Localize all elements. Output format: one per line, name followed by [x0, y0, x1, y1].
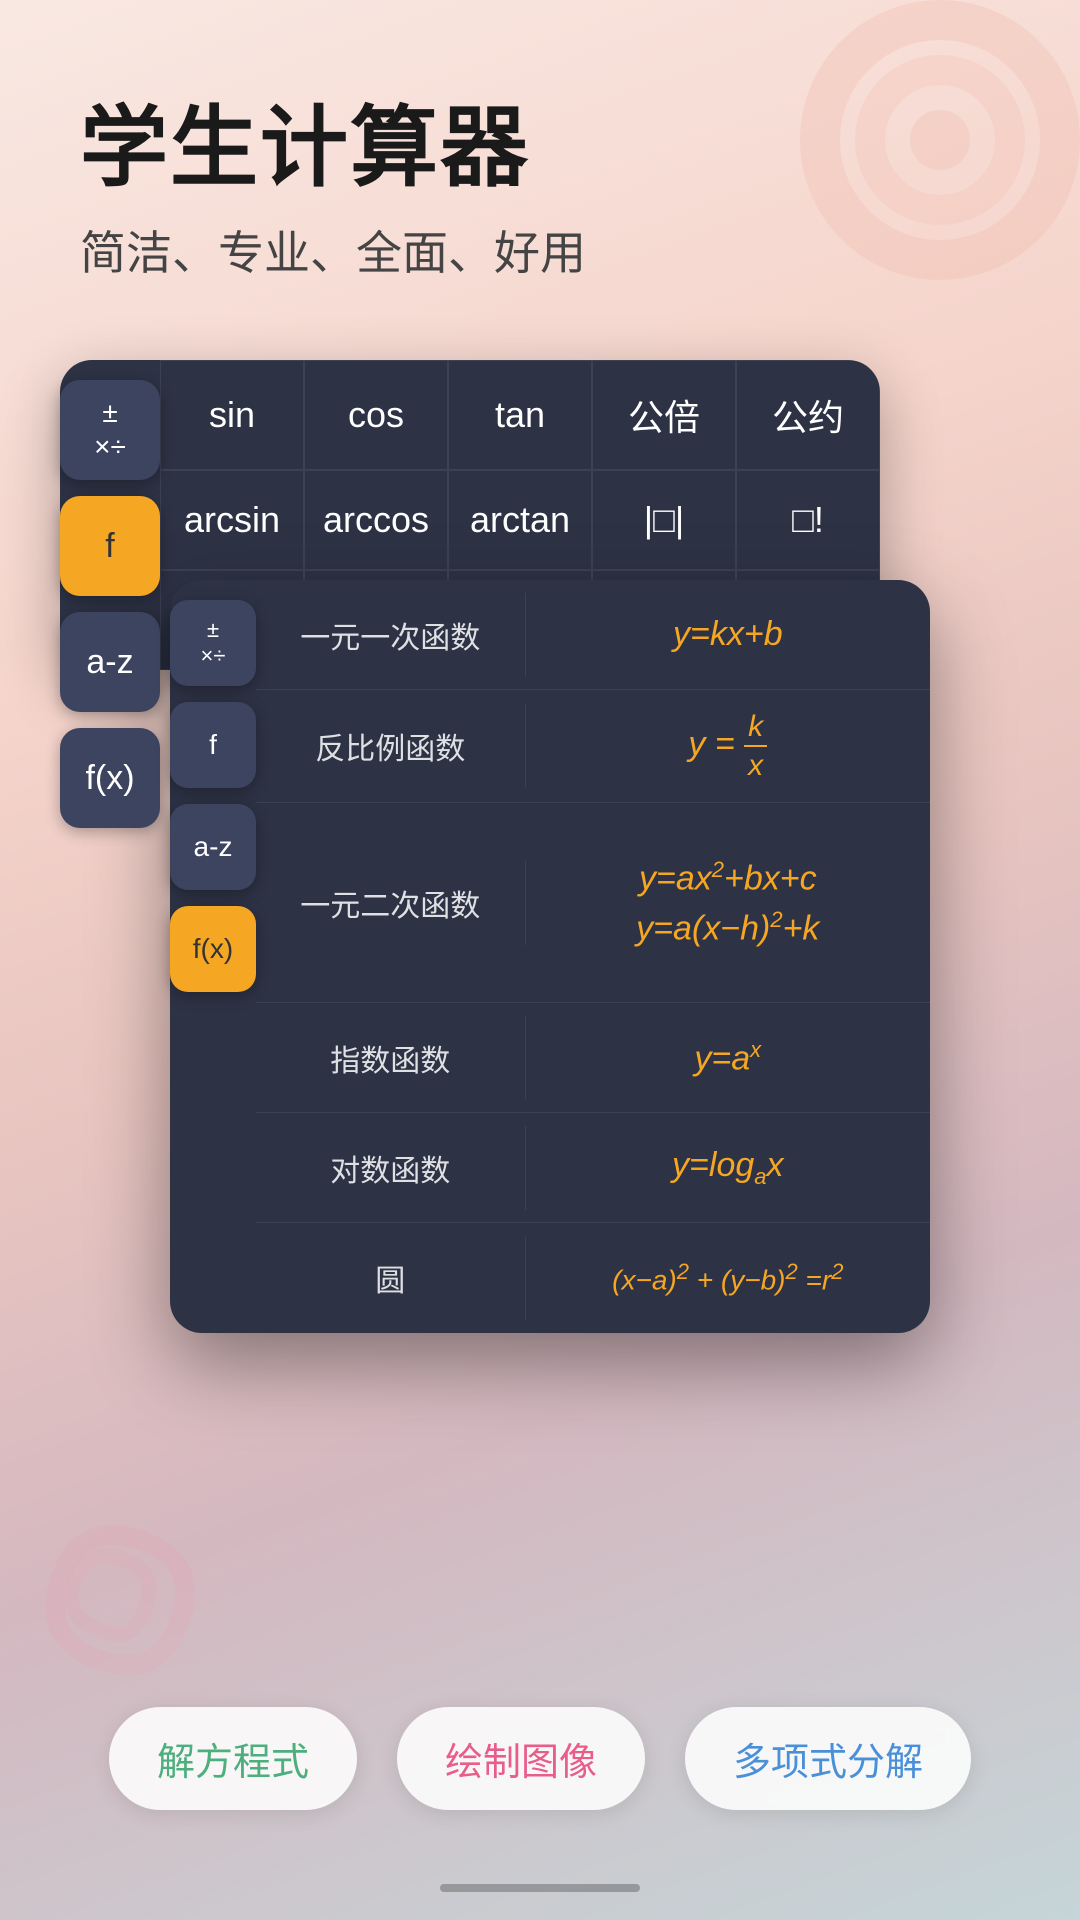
front-ops-btn[interactable]: ±×÷: [170, 600, 256, 686]
linear-func-name: 一元一次函数: [256, 593, 526, 677]
trig-arctan[interactable]: arctan: [448, 470, 592, 570]
log-func-row[interactable]: 对数函数 y=logax: [256, 1113, 930, 1223]
front-f-btn[interactable]: f: [170, 702, 256, 788]
linear-func-row[interactable]: 一元一次函数 y=kx+b: [256, 580, 930, 690]
inverse-func-formula: y = kx: [526, 690, 930, 802]
ops-side-btn[interactable]: ±×÷: [60, 380, 160, 480]
home-indicator: [440, 1884, 640, 1892]
trig-arcsin[interactable]: arcsin: [160, 470, 304, 570]
quadratic-func-name: 一元二次函数: [256, 861, 526, 945]
factor-poly-btn[interactable]: 多项式分解: [685, 1707, 971, 1810]
circle-func-row[interactable]: 圆 (x−a)2 + (y−b)2 =r2: [256, 1223, 930, 1333]
quadratic-func-row[interactable]: 一元二次函数 y=ax2+bx+c y=a(x−h)2+k: [256, 803, 930, 1003]
quadratic-func-formula: y=ax2+bx+c y=a(x−h)2+k: [526, 837, 930, 968]
log-func-name: 对数函数: [256, 1126, 526, 1210]
trig-tan[interactable]: tan: [448, 360, 592, 470]
circle-func-formula: (x−a)2 + (y−b)2 =r2: [526, 1239, 930, 1316]
fx-side-btn[interactable]: f(x): [60, 728, 160, 828]
log-func-formula: y=logax: [526, 1126, 930, 1210]
bottom-buttons: 解方程式 绘制图像 多项式分解: [0, 1707, 1080, 1810]
exp-func-row[interactable]: 指数函数 y=ax: [256, 1003, 930, 1113]
trig-fact[interactable]: □!: [736, 470, 880, 570]
front-fx-btn[interactable]: f(x): [170, 906, 256, 992]
az-side-btn[interactable]: a-z: [60, 612, 160, 712]
trig-sin[interactable]: sin: [160, 360, 304, 470]
exp-func-formula: y=ax: [526, 1017, 930, 1098]
front-az-btn[interactable]: a-z: [170, 804, 256, 890]
header: 学生计算器 简洁、专业、全面、好用: [80, 100, 586, 283]
function-table: 一元一次函数 y=kx+b 反比例函数 y = kx 一元二次函数 y=ax2+…: [256, 580, 930, 1333]
front-side-buttons: ±×÷ f a-z f(x): [170, 600, 256, 992]
circle-func-name: 圆: [256, 1236, 526, 1320]
bg-swirl-bottom: [0, 1460, 240, 1740]
trig-gcd[interactable]: 公约: [736, 360, 880, 470]
back-side-buttons: ±×÷ f a-z f(x): [60, 380, 160, 828]
inverse-func-name: 反比例函数: [256, 704, 526, 788]
trig-lcm[interactable]: 公倍: [592, 360, 736, 470]
function-calculator-card: 一元一次函数 y=kx+b 反比例函数 y = kx 一元二次函数 y=ax2+…: [170, 580, 930, 1333]
solve-equation-btn[interactable]: 解方程式: [109, 1707, 357, 1810]
app-subtitle: 简洁、专业、全面、好用: [80, 217, 586, 283]
f-side-btn[interactable]: f: [60, 496, 160, 596]
app-title: 学生计算器: [80, 100, 586, 197]
inverse-func-row[interactable]: 反比例函数 y = kx: [256, 690, 930, 803]
exp-func-name: 指数函数: [256, 1016, 526, 1100]
bg-swirl-top: [720, 0, 1080, 360]
trig-cos[interactable]: cos: [304, 360, 448, 470]
trig-arccos[interactable]: arccos: [304, 470, 448, 570]
plot-graph-btn[interactable]: 绘制图像: [397, 1707, 645, 1810]
linear-func-formula: y=kx+b: [526, 595, 930, 674]
trig-abs[interactable]: |□|: [592, 470, 736, 570]
